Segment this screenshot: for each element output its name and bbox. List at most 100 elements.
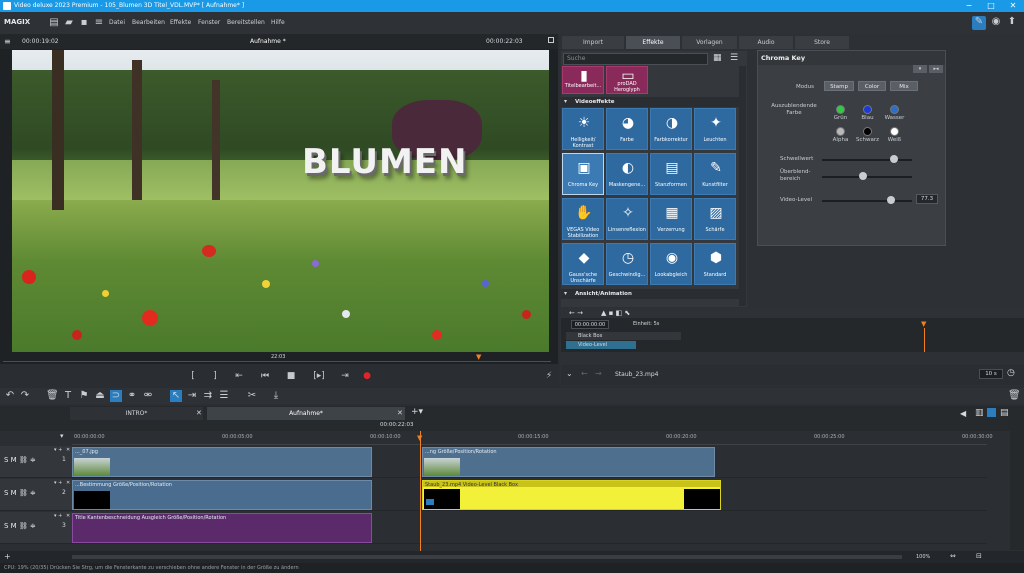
effect-tile[interactable]: ◆ Gauss'sche Unschärfe <box>562 243 604 285</box>
zoom-level[interactable]: 100% <box>916 554 930 560</box>
forward-icon[interactable]: → <box>595 369 602 378</box>
stop-button[interactable]: ■ <box>284 370 298 382</box>
edit-mode-icon[interactable]: ✎ <box>972 16 986 30</box>
keyframe-row-blackbox[interactable]: Black Box <box>566 332 681 340</box>
delete-icon[interactable]: 🗑 <box>46 390 59 402</box>
timeline-clip[interactable]: ...Bestimmung Größe/Position/Rotation <box>72 480 372 510</box>
duration-field[interactable]: 10 s <box>979 369 1003 379</box>
videolevel-slider[interactable] <box>822 200 912 202</box>
track-controls[interactable]: S M ⛓ ≑ <box>4 456 36 464</box>
effect-tile[interactable]: ◑ Farbkorrektur <box>650 108 692 150</box>
prev-frame-button[interactable]: ⏮ <box>258 370 272 382</box>
menu-bearbeiten[interactable]: Bearbeiten <box>132 19 165 26</box>
minimize-button[interactable]: − <box>958 0 980 12</box>
effect-tile[interactable]: ◕ Farbe <box>606 108 648 150</box>
back-icon[interactable]: ← <box>581 369 588 378</box>
keyframe-row-videolevel[interactable]: Video-Level <box>566 341 636 349</box>
play-button[interactable]: [▸] <box>312 370 326 382</box>
timeline-clip[interactable]: ...ng Größe/Position/Rotation <box>422 447 715 477</box>
timeline-clip[interactable]: Staub_23.mp4 Video-Level Black Box <box>422 480 721 510</box>
track-lane[interactable]: ...Bestimmung Größe/Position/Rotation Sta… <box>72 479 987 511</box>
keyframe-nav-icon[interactable]: ← → <box>569 309 583 317</box>
undo-icon[interactable]: ↶ <box>4 390 16 402</box>
effect-tile[interactable]: ▨ Schärfe <box>694 198 736 240</box>
track-controls[interactable]: S M ⛓ ≑ <box>4 522 36 530</box>
next-marker-button[interactable]: ⇥ <box>338 370 352 382</box>
effect-tile-title-editor[interactable]: ▮ Titelbearbeit... <box>562 66 604 94</box>
multi-select-icon[interactable]: ⇉ <box>202 390 214 402</box>
maximize-button[interactable]: □ <box>980 0 1002 12</box>
link-icon[interactable]: ⚭ <box>126 390 138 402</box>
modus-color-button[interactable]: Color <box>858 81 886 91</box>
modus-mix-button[interactable]: Mix <box>890 81 918 91</box>
track-lane[interactable]: ..._07.jpg ...ng Größe/Position/Rotation <box>72 446 987 478</box>
clock-icon[interactable]: ◷ <box>1007 368 1015 378</box>
close-button[interactable]: ✕ <box>1002 0 1024 12</box>
color-swatch[interactable] <box>863 105 872 114</box>
split-icon[interactable]: ⏏ <box>94 390 106 402</box>
track-close-icon[interactable]: ✕ <box>66 447 70 453</box>
tab-import[interactable]: Import <box>562 36 624 49</box>
snap-icon[interactable]: ⚡ <box>542 370 556 382</box>
preview-scrubber[interactable]: 22:03 ▼ <box>0 352 558 364</box>
track-menu-icon[interactable]: ▾ + <box>54 447 62 453</box>
horizontal-scrollbar[interactable] <box>72 555 902 559</box>
tab-intro[interactable]: INTRO* <box>70 407 203 420</box>
track-lane[interactable]: Title Kantenbeschneidung Ausgleich Größe… <box>72 512 987 544</box>
schwellwert-slider[interactable] <box>822 159 912 161</box>
mark-out-button[interactable]: ] <box>208 370 222 382</box>
color-swatch[interactable] <box>836 105 845 114</box>
timeline-clip[interactable]: ..._07.jpg <box>72 447 372 477</box>
trash-icon[interactable]: 🗑 <box>1008 390 1021 402</box>
effect-tile[interactable]: ⬢ Standard <box>694 243 736 285</box>
layout-view-icon[interactable]: ▥ <box>975 408 984 418</box>
collapse-panel-icon[interactable]: ⌄ <box>566 369 573 378</box>
color-swatch[interactable] <box>836 127 845 136</box>
effect-tile[interactable]: ◉ Lookabgleich <box>650 243 692 285</box>
timeline-vertical-scrollbar[interactable] <box>1010 420 1024 550</box>
color-swatch[interactable] <box>863 127 872 136</box>
effect-tile[interactable]: ✧ Linsenreflexion <box>606 198 648 240</box>
collapse-icon[interactable]: ▾ <box>913 65 927 73</box>
redo-icon[interactable]: ↷ <box>19 390 31 402</box>
marker-icon[interactable]: ⚑ <box>78 390 90 402</box>
track-header[interactable]: S M ⛓ ≑ 2 ▾ + ✕ <box>0 479 72 511</box>
effect-tile[interactable]: ✋ VEGAS Video Stabilization <box>562 198 604 240</box>
tab-audio[interactable]: Audio <box>739 36 793 49</box>
ueberblend-slider[interactable] <box>822 176 912 178</box>
effect-tile-heroglyph[interactable]: ▭ proDAD Heroglyph <box>606 66 648 94</box>
track-header[interactable]: S M ⛓ ≑ 3 ▾ + ✕ <box>0 512 72 544</box>
cut-icon[interactable]: ✂ <box>246 390 258 402</box>
tab-aufnahme[interactable]: Aufnahme* <box>207 407 405 420</box>
track-select-icon[interactable]: ☰ <box>218 390 230 402</box>
ruler-menu-icon[interactable]: ▾ <box>60 432 64 440</box>
keyframe-time-field[interactable]: 00:00:00:00 <box>571 320 609 329</box>
ueberblend-knob[interactable] <box>858 172 867 180</box>
timeline-view-icon[interactable] <box>987 408 996 417</box>
unlink-icon[interactable]: ⚮ <box>142 390 154 402</box>
skip-icon[interactable]: ▸◂ <box>929 65 943 73</box>
zoom-fit-icon[interactable]: ⇔ <box>950 552 956 560</box>
effect-tile[interactable]: ▤ Stanzformen <box>650 153 692 195</box>
open-folder-icon[interactable]: ▰ <box>63 17 75 29</box>
track-header[interactable]: S M ⛓ ≑ 1 ▾ + ✕ <box>0 446 72 478</box>
title-overlay-text[interactable]: BLUMEN <box>302 142 468 182</box>
add-tab-icon[interactable]: +▾ <box>411 407 423 417</box>
effect-tile[interactable]: ☀ Helligkeit/ Kontrast <box>562 108 604 150</box>
color-swatch[interactable] <box>890 127 899 136</box>
fit-icon[interactable]: ⤓ <box>270 390 282 402</box>
grid-view-icon[interactable]: ▦ <box>713 53 722 63</box>
storyboard-view-icon[interactable]: ▤ <box>1000 408 1009 418</box>
timeline-clip[interactable]: Title Kantenbeschneidung Ausgleich Größe… <box>72 513 372 543</box>
fullscreen-icon[interactable] <box>548 37 554 43</box>
effects-scrollbar[interactable] <box>739 66 746 306</box>
list-view-icon[interactable]: ☰ <box>730 53 738 63</box>
add-track-icon[interactable]: + <box>4 552 11 561</box>
effect-tile[interactable]: ✎ Kunstfilter <box>694 153 736 195</box>
mark-in-button[interactable]: [ <box>186 370 200 382</box>
prev-marker-button[interactable]: ⇤ <box>232 370 246 382</box>
color-swatch[interactable] <box>890 105 899 114</box>
modus-stamp-button[interactable]: Stamp <box>824 81 854 91</box>
menu-datei[interactable]: Datei <box>109 19 125 26</box>
volume-icon[interactable]: ◀ <box>960 409 966 418</box>
